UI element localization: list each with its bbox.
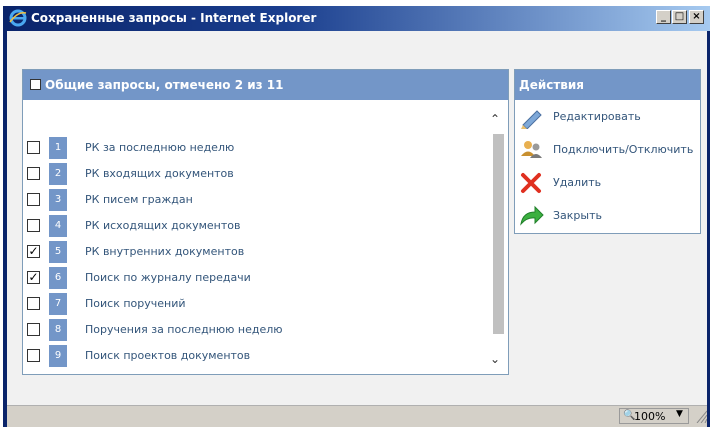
- maximize-icon: □: [674, 11, 685, 22]
- pencil-icon: [521, 110, 542, 129]
- action-edit-label: Редактировать: [553, 110, 641, 123]
- zoom-level: 100%: [634, 410, 666, 423]
- delete-x-icon: [521, 173, 541, 193]
- query-row[interactable]: 3 РК писем граждан: [23, 187, 493, 213]
- query-number: 8: [49, 319, 67, 341]
- minimize-icon: _: [661, 11, 666, 22]
- action-close-label: Закрыть: [553, 209, 602, 222]
- query-link[interactable]: РК за последнюю неделю: [85, 141, 234, 154]
- actions-panel-header: Действия: [515, 70, 700, 100]
- internet-explorer-icon: [9, 9, 27, 27]
- query-checkbox[interactable]: ✓: [27, 245, 40, 258]
- queries-panel: Общие запросы, отмечено 2 из 11 1 РК за п…: [22, 69, 509, 375]
- query-number: 9: [49, 345, 67, 367]
- action-edit[interactable]: Редактировать: [519, 105, 697, 129]
- query-link[interactable]: Поиск по журналу передачи: [85, 271, 251, 284]
- query-row[interactable]: ✓ 5 РК внутренних документов: [23, 239, 493, 265]
- query-number: 4: [49, 215, 67, 237]
- actions-panel: Действия Редактировать Подключить/Отключ…: [514, 69, 701, 234]
- query-checkbox[interactable]: [27, 349, 40, 362]
- action-toggle[interactable]: Подключить/Отключить: [519, 138, 697, 162]
- query-link[interactable]: РК внутренних документов: [85, 245, 244, 258]
- action-toggle-label: Подключить/Отключить: [553, 143, 694, 156]
- query-number: 2: [49, 163, 67, 185]
- green-arrow-icon: [520, 205, 544, 226]
- query-link[interactable]: РК писем граждан: [85, 193, 193, 206]
- action-delete[interactable]: Удалить: [519, 171, 697, 195]
- query-row[interactable]: 7 Поиск поручений: [23, 291, 493, 317]
- query-checkbox[interactable]: [27, 141, 40, 154]
- query-link[interactable]: Поручения за последнюю неделю: [85, 323, 283, 336]
- query-number: 1: [49, 137, 67, 159]
- window-title: Сохраненные запросы - Internet Explorer: [31, 11, 317, 25]
- users-icon: [521, 141, 542, 158]
- query-checkbox[interactable]: [27, 167, 40, 180]
- scroll-down-icon[interactable]: ⌄: [490, 352, 500, 366]
- query-row[interactable]: ✓ 6 Поиск по журналу передачи: [23, 265, 493, 291]
- minimize-button[interactable]: _: [656, 10, 671, 24]
- action-close[interactable]: Закрыть: [519, 204, 697, 228]
- query-link[interactable]: Поиск поручений: [85, 297, 186, 310]
- maximize-button[interactable]: □: [672, 10, 687, 24]
- query-row[interactable]: 2 РК входящих документов: [23, 161, 493, 187]
- query-number: 5: [49, 241, 67, 263]
- query-number: 7: [49, 293, 67, 315]
- query-row[interactable]: 1 РК за последнюю неделю: [23, 135, 493, 161]
- scroll-up-icon[interactable]: ⌃: [490, 112, 500, 126]
- query-number: 3: [49, 189, 67, 211]
- status-bar: 🔍 100% ▼: [7, 405, 707, 427]
- content-area: Общие запросы, отмечено 2 из 11 1 РК за п…: [7, 31, 707, 405]
- close-button[interactable]: ×: [689, 10, 704, 24]
- query-checkbox[interactable]: [27, 323, 40, 336]
- scrollbar-thumb[interactable]: [493, 134, 504, 334]
- select-all-checkbox[interactable]: [30, 79, 41, 90]
- query-checkbox[interactable]: [27, 193, 40, 206]
- zoom-control[interactable]: 🔍 100% ▼: [619, 408, 689, 424]
- queries-panel-title: Общие запросы, отмечено 2 из 11: [45, 78, 284, 92]
- query-row[interactable]: 4 РК исходящих документов: [23, 213, 493, 239]
- query-number: 6: [49, 267, 67, 289]
- ie-window: Сохраненные запросы - Internet Explorer …: [3, 6, 710, 427]
- query-checkbox[interactable]: ✓: [27, 271, 40, 284]
- query-checkbox[interactable]: [27, 297, 40, 310]
- title-bar: Сохраненные запросы - Internet Explorer …: [3, 6, 710, 31]
- query-checkbox[interactable]: [27, 219, 40, 232]
- query-link[interactable]: РК исходящих документов: [85, 219, 240, 232]
- action-delete-label: Удалить: [553, 176, 602, 189]
- chevron-down-icon: ▼: [676, 409, 683, 419]
- query-link[interactable]: РК входящих документов: [85, 167, 234, 180]
- resize-grip-icon[interactable]: [695, 409, 707, 423]
- actions-panel-title: Действия: [519, 78, 585, 92]
- query-link[interactable]: Поиск проектов документов: [85, 349, 250, 362]
- queries-panel-header: Общие запросы, отмечено 2 из 11: [23, 70, 508, 100]
- close-icon: ×: [692, 11, 701, 22]
- query-row[interactable]: 8 Поручения за последнюю неделю: [23, 317, 493, 343]
- query-row[interactable]: 9 Поиск проектов документов: [23, 343, 493, 369]
